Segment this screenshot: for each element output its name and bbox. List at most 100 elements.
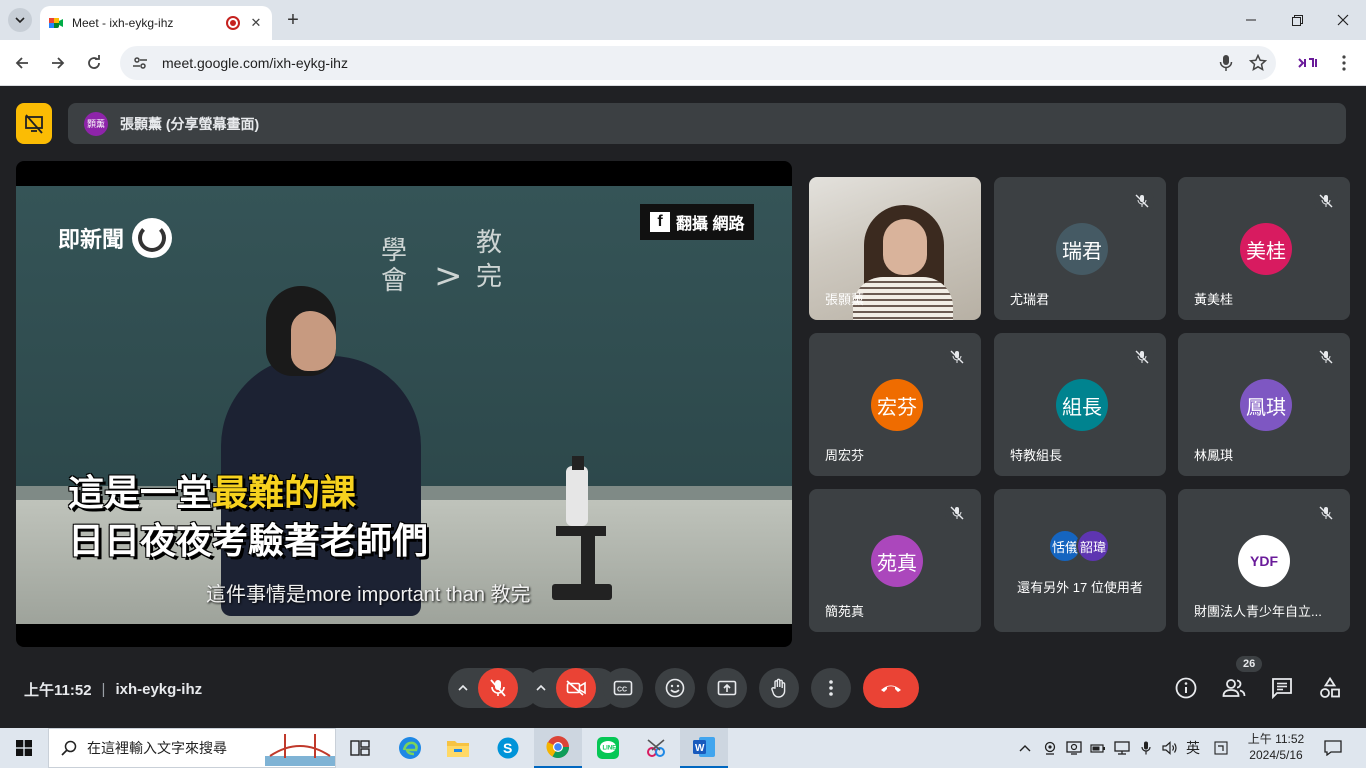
close-tab-icon[interactable]: ✕ [248, 15, 264, 31]
participant-name: 周宏芬 [825, 448, 865, 463]
captions-button[interactable]: CC [603, 668, 643, 708]
videocam-off-icon [566, 680, 586, 696]
participant-name: 黃美桂 [1194, 292, 1234, 307]
participant-avatar: 瑞君 [1056, 223, 1108, 275]
taskbar-clock[interactable]: 上午 11:52 2024/5/16 [1236, 731, 1316, 763]
svg-text:CC: CC [617, 687, 627, 694]
news-brand-logo: 即新聞 [58, 218, 173, 258]
source-tag: f 翻攝 網路 [640, 204, 755, 240]
taskbar-line[interactable]: LINE [584, 728, 632, 768]
taskbar-chrome[interactable] [534, 728, 582, 768]
recording-indicator-icon [226, 16, 240, 30]
taskbar-edge[interactable] [386, 728, 434, 768]
mic-off-icon [1314, 345, 1338, 369]
windows-logo-icon [16, 740, 32, 756]
tray-app-2[interactable] [1064, 728, 1084, 768]
restore-button[interactable] [1274, 0, 1320, 40]
microscope [552, 456, 612, 600]
tray-ime-mode[interactable] [1210, 728, 1232, 768]
organization-logo: YDF [1238, 535, 1290, 587]
google-meet-icon [49, 18, 63, 28]
participant-name: 尤瑞君 [1010, 292, 1050, 307]
participant-tile[interactable]: YDF 財團法人青少年自立... [1178, 489, 1350, 632]
info-icon [1175, 677, 1197, 699]
call-end-icon [881, 685, 901, 692]
webcam-icon [1044, 741, 1056, 755]
more-options-button[interactable] [811, 668, 851, 708]
tray-network[interactable] [1112, 728, 1132, 768]
taskbar-skype[interactable]: S [484, 728, 532, 768]
tray-microphone[interactable] [1136, 728, 1156, 768]
close-window-button[interactable] [1320, 0, 1366, 40]
meeting-details-button[interactable] [1173, 675, 1199, 701]
tray-volume[interactable] [1160, 728, 1180, 768]
video-options-button[interactable] [526, 684, 556, 692]
shared-screen[interactable]: 學 會 > 教 完 即新聞 f 翻攝 網路 這是一堂最難的課 日日夜夜考驗著老師… [16, 161, 792, 647]
tray-app-1[interactable] [1040, 728, 1060, 768]
word-icon: W [693, 737, 715, 757]
ime-indicator[interactable]: 英 [1182, 728, 1204, 768]
forward-button[interactable] [46, 51, 70, 75]
people-button[interactable] [1221, 675, 1247, 701]
present-now-button[interactable] [707, 668, 747, 708]
participant-tile-self[interactable]: 張顥薰 [809, 177, 981, 320]
start-button[interactable] [0, 728, 48, 768]
toggle-microphone-button[interactable] [478, 668, 518, 708]
back-button[interactable] [10, 51, 34, 75]
participant-avatar: 美桂 [1240, 223, 1292, 275]
toggle-camera-button[interactable] [556, 668, 596, 708]
activities-button[interactable] [1317, 675, 1343, 701]
taskbar-word[interactable]: W [680, 728, 728, 768]
participant-tile[interactable]: 組長 特教組長 [994, 333, 1166, 476]
clock-date: 2024/5/16 [1249, 748, 1303, 762]
address-bar[interactable]: meet.google.com/ixh-eykg-ihz [120, 46, 1276, 80]
bookmark-button[interactable] [1246, 51, 1270, 75]
taskbar-snipping-tool[interactable] [632, 728, 680, 768]
show-hidden-icons-button[interactable] [1014, 728, 1036, 768]
microphone-icon [1219, 55, 1233, 71]
arrow-left-icon [15, 57, 28, 69]
leave-call-button[interactable] [863, 668, 919, 708]
taskbar-file-explorer[interactable] [434, 728, 482, 768]
participant-name: 林鳳琪 [1194, 448, 1234, 463]
raise-hand-button[interactable] [759, 668, 799, 708]
participant-tile[interactable]: 瑞君 尤瑞君 [994, 177, 1166, 320]
chat-icon [1272, 678, 1292, 699]
browser-tab-meet[interactable]: Meet - ixh-eykg-ihz ✕ [40, 6, 272, 40]
tab-search-button[interactable] [8, 8, 32, 32]
taskbar-search-box[interactable]: 在這裡輸入文字來搜尋 [48, 728, 336, 768]
new-tab-button[interactable]: + [282, 9, 304, 31]
notification-center-button[interactable] [1318, 728, 1348, 768]
reactions-button[interactable] [655, 668, 695, 708]
participant-face [883, 219, 927, 275]
more-vert-icon [1342, 55, 1346, 71]
mic-off-icon [945, 345, 969, 369]
skype-icon: S [497, 737, 519, 759]
task-view-button[interactable] [336, 728, 384, 768]
participants-count-badge: 26 [1236, 656, 1263, 672]
site-settings-icon[interactable] [132, 55, 148, 71]
participant-name: 簡苑真 [825, 604, 865, 619]
audio-options-button[interactable] [448, 684, 478, 692]
task-view-icon [350, 740, 370, 756]
participant-tile[interactable]: 宏芬 周宏芬 [809, 333, 981, 476]
participant-tile[interactable]: 鳳琪 林鳳琪 [1178, 333, 1350, 476]
restore-icon [1291, 14, 1303, 26]
stop-presenting-button[interactable] [16, 103, 52, 144]
battery-icon [1090, 744, 1105, 753]
chat-button[interactable] [1269, 675, 1295, 701]
more-participants-tile[interactable]: 恬儀 韶瑋 還有另外 17 位使用者 [994, 489, 1166, 632]
tray-battery[interactable] [1088, 728, 1108, 768]
windows-taskbar: 在這裡輸入文字來搜尋 S LINE W 英 上午 11:52 2024/5/16 [0, 728, 1366, 768]
reload-button[interactable] [82, 51, 106, 75]
profile-logo-icon [1298, 58, 1317, 68]
snipping-tool-icon [647, 739, 665, 757]
teacher-face [291, 311, 336, 371]
voice-search-button[interactable] [1214, 51, 1238, 75]
participant-tile[interactable]: 苑真 簡苑真 [809, 489, 981, 632]
participant-tile[interactable]: 美桂 黃美桂 [1178, 177, 1350, 320]
browser-menu-button[interactable] [1332, 51, 1356, 75]
minimize-button[interactable] [1228, 0, 1274, 40]
profile-button[interactable] [1296, 51, 1320, 75]
participant-name: 張顥薰 [825, 292, 865, 307]
